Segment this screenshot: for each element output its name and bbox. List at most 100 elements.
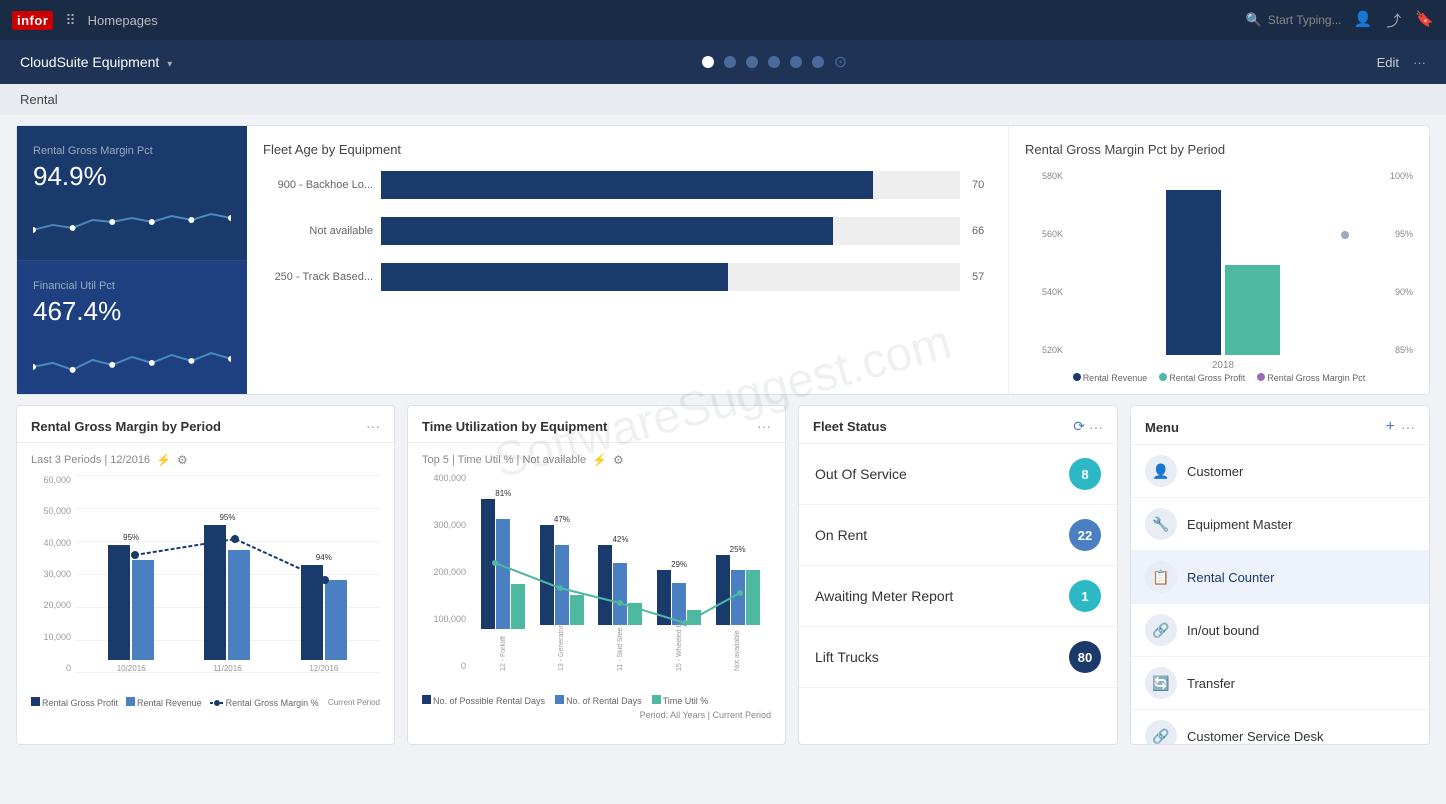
rgm-legend: Rental Gross Profit Rental Revenue Renta… — [31, 697, 380, 708]
kpi-bottom-label: Financial Util Pct — [33, 280, 231, 292]
bar-label-0: 900 - Backhoe Lo... — [263, 179, 373, 191]
app-title: CloudSuite Equipment ▾ — [20, 54, 172, 70]
dot-arrow[interactable]: ⊙ — [834, 52, 847, 72]
fs-label-3: Lift Trucks — [815, 649, 1069, 665]
equipment-master-icon: 🔧 — [1145, 508, 1177, 540]
top-nav: infor ⠿ Homepages 🔍 Start Typing... 👤 ⤴ … — [0, 0, 1446, 40]
menu-widget-title: Menu — [1145, 420, 1386, 435]
menu-item-equipment-master[interactable]: 🔧 Equipment Master — [1131, 498, 1429, 551]
fs-more-button[interactable]: ··· — [1089, 419, 1103, 435]
fs-item-0: Out Of Service 8 — [799, 444, 1117, 505]
fleet-age-title: Fleet Age by Equipment — [263, 142, 992, 157]
share-icon[interactable]: ⤴ — [1386, 10, 1401, 31]
homepages-link[interactable]: Homepages — [88, 13, 158, 28]
kpi-bottom-value: 467.4% — [33, 296, 231, 327]
app-title-arrow: ▾ — [167, 59, 172, 70]
menu-item-label-customer: Customer — [1187, 464, 1243, 479]
top-charts: Rental Gross Margin Pct 94.9% Financial … — [16, 125, 1430, 395]
menu-item-label-rental-counter: Rental Counter — [1187, 570, 1274, 585]
menu-item-label-customer-service-desk: Customer Service Desk — [1187, 729, 1324, 744]
rental-counter-icon: 📋 — [1145, 561, 1177, 593]
tu-widget-header: Time Utilization by Equipment ··· — [408, 406, 785, 443]
refresh-icon[interactable]: ⟳ — [1073, 418, 1085, 435]
infor-logo: infor — [12, 11, 53, 30]
bar-value-0: 70 — [972, 179, 992, 191]
bookmark-icon[interactable]: 🔖 — [1415, 10, 1434, 31]
customer-icon: 👤 — [1145, 455, 1177, 487]
rgm-more-button[interactable]: ··· — [366, 418, 380, 434]
menu-item-customer-service-desk[interactable]: 🔗 Customer Service Desk — [1131, 710, 1429, 744]
bar-track-0 — [381, 171, 960, 199]
fs-badge-3: 80 — [1069, 641, 1101, 673]
bar-track-2 — [381, 263, 960, 291]
rgm-panel: Rental Gross Margin Pct by Period 580K56… — [1009, 126, 1429, 394]
bar-row-2: 250 - Track Based... 57 — [263, 263, 992, 291]
bar-row-1: Not available 66 — [263, 217, 992, 245]
menu-more-button[interactable]: ··· — [1401, 419, 1415, 435]
bar-label-1: Not available — [263, 225, 373, 237]
sub-nav-right: Edit ··· — [1377, 55, 1426, 70]
menu-item-label-equipment-master: Equipment Master — [1187, 517, 1293, 532]
settings-icon[interactable]: ⚙ — [177, 453, 188, 467]
rgm-chart: 60,00050,00040,00030,00020,00010,0000 — [31, 475, 380, 695]
tu-chart: 400,000300,000200,000100,0000 81% 12 - F… — [422, 473, 771, 693]
menu-item-transfer[interactable]: 🔄 Transfer — [1131, 657, 1429, 710]
fleet-age-bars: 900 - Backhoe Lo... 70 Not available 66 … — [263, 171, 992, 291]
fs-badge-1: 22 — [1069, 519, 1101, 551]
rgm-widget: Rental Gross Margin by Period ··· Last 3… — [16, 405, 395, 745]
menu-item-rental-counter[interactable]: 📋 Rental Counter — [1131, 551, 1429, 604]
tu-period: Period: All Years | Current Period — [422, 710, 771, 720]
edit-button[interactable]: Edit — [1377, 55, 1399, 70]
menu-widget-header: Menu + ··· — [1131, 406, 1429, 445]
fleet-age-panel: Fleet Age by Equipment 900 - Backhoe Lo.… — [247, 126, 1009, 394]
bar-track-1 — [381, 217, 960, 245]
fs-widget: Fleet Status ⟳ ··· Out Of Service 8 On R… — [798, 405, 1118, 745]
rgm-widget-header: Rental Gross Margin by Period ··· — [17, 406, 394, 443]
customer-service-desk-icon: 🔗 — [1145, 720, 1177, 744]
page-dots: ⊙ — [184, 52, 1364, 72]
dot-6[interactable] — [812, 56, 824, 68]
more-options-icon[interactable]: ··· — [1413, 55, 1426, 70]
tu-legend: No. of Possible Rental Days No. of Renta… — [422, 695, 771, 706]
bar-label-2: 250 - Track Based... — [263, 271, 373, 283]
dot-4[interactable] — [768, 56, 780, 68]
search-area: 🔍 Start Typing... — [1246, 12, 1342, 28]
menu-item-customer[interactable]: 👤 Customer — [1131, 445, 1429, 498]
tu-more-button[interactable]: ··· — [757, 418, 771, 434]
menu-item-label-transfer: Transfer — [1187, 676, 1235, 691]
menu-item-inout-bound[interactable]: 🔗 In/out bound — [1131, 604, 1429, 657]
dot-1[interactable] — [702, 56, 714, 68]
dot-5[interactable] — [790, 56, 802, 68]
fs-widget-title: Fleet Status — [813, 419, 1073, 434]
sub-nav: CloudSuite Equipment ▾ ⊙ Edit ··· — [0, 40, 1446, 84]
tu-widget: Time Utilization by Equipment ··· Top 5 … — [407, 405, 786, 745]
tu-sub: Top 5 | Time Util % | Not available ⚡ ⚙ — [422, 453, 771, 467]
tu-settings-icon[interactable]: ⚙ — [613, 453, 624, 467]
dot-2[interactable] — [724, 56, 736, 68]
search-placeholder: Start Typing... — [1268, 13, 1342, 27]
sparkline-bottom — [33, 335, 231, 375]
kpi-bottom: Financial Util Pct 467.4% — [17, 261, 247, 395]
menu-item-label-inout-bound: In/out bound — [1187, 623, 1259, 638]
kpi-panel: Rental Gross Margin Pct 94.9% Financial … — [17, 126, 247, 394]
fs-badge-2: 1 — [1069, 580, 1101, 612]
user-icon[interactable]: 👤 — [1354, 10, 1373, 31]
nav-icons: 👤 ⤴ 🔖 — [1354, 10, 1434, 31]
section-label: Rental — [0, 84, 1446, 115]
rgm-widget-title: Rental Gross Margin by Period — [31, 419, 366, 434]
transfer-icon: 🔄 — [1145, 667, 1177, 699]
tu-filter-icon[interactable]: ⚡ — [592, 453, 607, 467]
inout-bound-icon: 🔗 — [1145, 614, 1177, 646]
dot-3[interactable] — [746, 56, 758, 68]
rgm-widget-body: Last 3 Periods | 12/2016 ⚡ ⚙ 60,00050,00… — [17, 443, 394, 744]
menu-add-button[interactable]: + — [1386, 418, 1395, 436]
rgm-chart-title: Rental Gross Margin Pct by Period — [1025, 142, 1413, 157]
grid-icon[interactable]: ⠿ — [65, 12, 75, 29]
bottom-row: Rental Gross Margin by Period ··· Last 3… — [16, 405, 1430, 745]
bar-value-1: 66 — [972, 225, 992, 237]
search-icon[interactable]: 🔍 — [1246, 12, 1262, 28]
fs-item-1: On Rent 22 — [799, 505, 1117, 566]
fs-badge-0: 8 — [1069, 458, 1101, 490]
fs-widget-header: Fleet Status ⟳ ··· — [799, 406, 1117, 444]
filter-icon[interactable]: ⚡ — [156, 453, 171, 467]
